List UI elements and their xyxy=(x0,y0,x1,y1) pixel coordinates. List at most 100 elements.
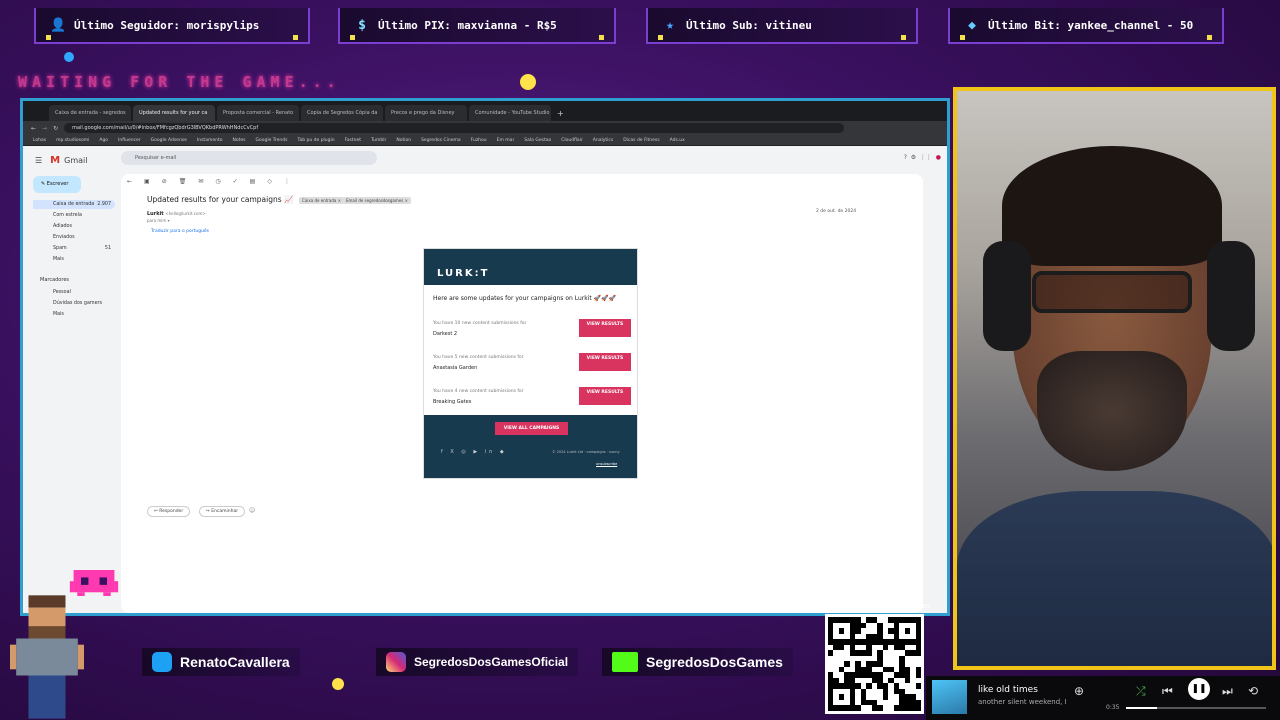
bookmark[interactable]: Sala Gestao xyxy=(524,138,551,143)
pixel-character-icon xyxy=(10,595,84,719)
more-icon[interactable]: ⋮ xyxy=(284,178,290,185)
browser-tab[interactable]: Caixa de entrada - segredos xyxy=(49,105,131,121)
label-icon[interactable]: ◇ xyxy=(267,178,272,185)
sidebar-item-inbox[interactable]: Caixa de entrada 2.907 xyxy=(33,200,115,209)
add-icon[interactable]: ⊕ xyxy=(1074,684,1084,698)
apps-icon[interactable]: ⋮⋮ xyxy=(920,154,932,161)
sidebar-item-spam[interactable]: Spam 51 xyxy=(33,244,115,253)
alert-last-bit: ◆ Último Bit: yankee_channel - 50 xyxy=(948,8,1224,44)
bookmark[interactable]: Notes xyxy=(232,138,245,143)
task-icon[interactable]: ✓ xyxy=(233,178,238,185)
snooze-icon[interactable]: ◷ xyxy=(215,178,220,185)
mark-unread-icon[interactable]: ✉ xyxy=(198,178,203,185)
url-input[interactable]: mail.google.com/mail/u/0/#inbox/FMfcgzQb… xyxy=(64,123,845,133)
repeat-icon[interactable]: ⟲ xyxy=(1248,684,1258,698)
bookmark[interactable]: Segredos Cinema xyxy=(421,138,461,143)
sidebar-item-sent[interactable]: Enviados xyxy=(33,233,115,242)
compose-button[interactable]: ✎ Escrever xyxy=(33,176,81,193)
bookmark[interactable]: Influencer xyxy=(118,138,141,143)
headphone-icon xyxy=(983,241,1031,351)
bookmark[interactable]: Fuzhou xyxy=(471,138,487,143)
archive-icon[interactable]: ▣ xyxy=(144,178,150,185)
label-chip[interactable]: Caixa de entrada × xyxy=(299,197,344,204)
bookmark[interactable]: Analytics xyxy=(593,138,613,143)
pause-button[interactable]: ❚❚ xyxy=(1188,678,1210,700)
bookmark[interactable]: Lohas xyxy=(33,138,46,143)
bookmark[interactable]: Instamento xyxy=(197,138,223,143)
email-date: 2 de out. de 2024 xyxy=(816,209,857,214)
bookmark[interactable]: Tab pu de plugin xyxy=(297,138,334,143)
elapsed-time: 0:35 xyxy=(1106,704,1120,711)
to-line[interactable]: para mim ▾ xyxy=(147,218,170,223)
forward-button[interactable]: ↪ Encaminhar xyxy=(199,506,246,517)
delete-icon[interactable]: 🗑 xyxy=(179,178,187,185)
back-icon[interactable]: ← xyxy=(31,125,36,132)
qr-code xyxy=(825,614,924,714)
browser-tab[interactable]: Proposta comercial - Renato xyxy=(217,105,299,121)
view-all-campaigns-button[interactable]: VIEW ALL CAMPAIGNS xyxy=(495,422,568,435)
sidebar-label[interactable]: Pessoal xyxy=(33,288,115,297)
decor-dot xyxy=(332,678,344,690)
email-body: LURK:T Here are some updates for your ca… xyxy=(423,248,638,479)
address-bar: ← → ↻ mail.google.com/mail/u/0/#inbox/FM… xyxy=(23,121,947,135)
progress-fill xyxy=(1126,707,1157,709)
shuffle-icon[interactable]: ⤮ xyxy=(1136,684,1146,699)
emoji-icon[interactable]: ☺ xyxy=(249,507,255,514)
gmail-logo[interactable]: M Gmail xyxy=(50,155,87,166)
browser-tab[interactable]: Precos e prego da Disney xyxy=(385,105,467,121)
sidebar-label[interactable]: Mais xyxy=(33,310,115,319)
label-chip[interactable]: Email de segredosdosgames × xyxy=(343,197,411,204)
forward-icon[interactable]: → xyxy=(42,125,47,132)
settings-icon[interactable]: ⚙ xyxy=(911,154,916,161)
social-icons[interactable]: f X ◎ ▶ in ◆ xyxy=(441,449,507,455)
report-icon[interactable]: ⊘ xyxy=(162,178,167,185)
move-icon[interactable]: ▤ xyxy=(250,178,256,185)
bookmark[interactable]: Ads.ux xyxy=(670,138,685,143)
bookmark[interactable]: Cloudflair xyxy=(561,138,583,143)
sidebar-item-starred[interactable]: Com estrela xyxy=(33,211,115,220)
translate-link[interactable]: Traduzir para o português xyxy=(151,229,209,234)
bookmark[interactable]: Google Adsense xyxy=(151,138,187,143)
menu-icon[interactable]: ☰ xyxy=(35,156,42,165)
reload-icon[interactable]: ↻ xyxy=(53,125,58,132)
bookmark[interactable]: Tumblr xyxy=(371,138,386,143)
view-results-button[interactable]: VIEW RESULTS xyxy=(579,353,631,371)
previous-icon[interactable]: ⏮ xyxy=(1162,684,1173,699)
unsubscribe-link[interactable]: unsubscribe xyxy=(596,462,617,466)
alert-text: Último PIX: maxvianna - R$5 xyxy=(378,18,557,32)
view-results-button[interactable]: VIEW RESULTS xyxy=(579,387,631,405)
bookmark[interactable]: Dicas de Fitness xyxy=(623,138,659,143)
progress-bar[interactable] xyxy=(1126,707,1266,709)
browser-tab-active[interactable]: Updated results for your ca xyxy=(133,105,215,121)
cursor-highlight xyxy=(520,74,536,90)
search-input[interactable]: Pesquisar e-mail xyxy=(121,151,377,165)
browser-tab[interactable]: Copia de Segredos Cópia da xyxy=(301,105,383,121)
bookmark[interactable]: Fastnet xyxy=(345,138,361,143)
new-tab-icon[interactable]: + xyxy=(553,109,568,121)
back-arrow-icon[interactable]: ← xyxy=(127,178,132,185)
gem-icon: ◆ xyxy=(968,17,976,33)
social-handle: SegredosDosGames xyxy=(646,654,783,670)
bookmark[interactable]: Em mar xyxy=(497,138,515,143)
browser-window: Caixa de entrada - segredos Updated resu… xyxy=(20,98,950,616)
bookmark[interactable]: Google Trends xyxy=(255,138,287,143)
sidebar-label[interactable]: Dúvidas dos gamers xyxy=(33,299,115,308)
footer-address: © 2024 Lurkit Ltd · campaigns · sunny xyxy=(552,450,620,454)
space-invader-icon xyxy=(69,570,119,596)
sidebar-item-more[interactable]: Mais xyxy=(33,255,115,264)
bookmark[interactable]: Notion xyxy=(396,138,411,143)
decor-dot xyxy=(64,52,74,62)
browser-tab[interactable]: Comunidade - YouTube Studio xyxy=(469,105,551,121)
bookmark[interactable]: Ago xyxy=(99,138,108,143)
email-subject: Updated results for your campaigns 📈 xyxy=(147,195,294,204)
view-results-button[interactable]: VIEW RESULTS xyxy=(579,319,631,337)
reply-button[interactable]: ↩ Responder xyxy=(147,506,191,517)
bookmark[interactable]: mp.studiosomi xyxy=(56,138,89,143)
help-icon[interactable]: ? xyxy=(904,154,907,161)
next-icon[interactable]: ⏭ xyxy=(1222,684,1233,699)
qr-label: livepix.gg/segredosdosgames xyxy=(826,602,931,610)
avatar[interactable]: ● xyxy=(936,154,941,161)
kick-icon xyxy=(612,652,638,672)
sidebar-item-snoozed[interactable]: Adiados xyxy=(33,222,115,231)
campaign-row: You have 4 new content submissions for B… xyxy=(433,385,631,415)
